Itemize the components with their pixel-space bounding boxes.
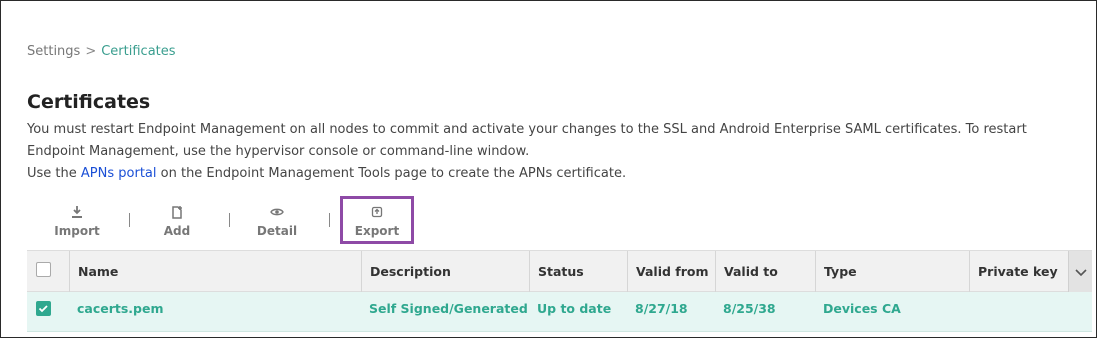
detail-label: Detail [256, 224, 298, 238]
breadcrumb-certificates[interactable]: Certificates [101, 44, 175, 59]
column-header-private-key[interactable]: Private key [969, 251, 1068, 292]
cell-valid-to: 8/25/38 [723, 301, 776, 316]
apns-portal-link[interactable]: APNs portal [81, 166, 157, 181]
import-icon [41, 205, 113, 223]
chevron-down-icon [1075, 269, 1087, 277]
import-label: Import [54, 224, 100, 238]
import-button[interactable]: Import [41, 201, 113, 241]
export-highlight-box [340, 196, 414, 244]
breadcrumb-separator: > [85, 44, 97, 59]
description-suffix: on the Endpoint Management Tools page to… [160, 166, 627, 181]
cell-description: Self Signed/Generated [369, 301, 528, 316]
description-prefix: Use the [27, 166, 77, 181]
column-header-status[interactable]: Status [529, 251, 627, 292]
row-checkbox[interactable] [36, 301, 51, 316]
breadcrumb: Settings > Certificates [27, 44, 176, 59]
table-header: Name Description Status Valid from Valid… [27, 250, 1092, 292]
row-select-cell [27, 292, 69, 332]
eye-icon [241, 205, 313, 223]
cell-status: Up to date [537, 301, 612, 316]
cell-name: cacerts.pem [77, 301, 164, 316]
column-header-valid-to[interactable]: Valid to [715, 251, 815, 292]
add-button[interactable]: Add [141, 201, 213, 241]
table-row[interactable]: cacerts.pem Self Signed/Generated Up to … [27, 292, 1092, 332]
page-title: Certificates [27, 91, 151, 113]
column-menu-button[interactable] [1068, 251, 1092, 292]
select-all-checkbox[interactable] [36, 262, 51, 277]
column-header-name[interactable]: Name [69, 251, 361, 292]
description-line-2: Use the APNs portal on the Endpoint Mana… [27, 163, 1077, 185]
column-header-type[interactable]: Type [815, 251, 969, 292]
breadcrumb-settings[interactable]: Settings [27, 44, 80, 59]
select-all-cell [27, 251, 69, 292]
add-icon [141, 205, 213, 223]
cell-valid-from: 8/27/18 [635, 301, 688, 316]
page-description: You must restart Endpoint Management on … [27, 119, 1077, 185]
toolbar-divider [329, 213, 330, 227]
toolbar-divider [129, 213, 130, 227]
column-header-valid-from[interactable]: Valid from [627, 251, 715, 292]
description-line-1: You must restart Endpoint Management on … [27, 122, 1027, 159]
cell-private-key [969, 292, 1068, 332]
window: Settings > Certificates Certificates You m… [0, 0, 1097, 338]
detail-button[interactable]: Detail [241, 201, 313, 241]
cell-type: Devices CA [823, 301, 901, 316]
add-label: Add [163, 224, 191, 238]
certificates-table: Name Description Status Valid from Valid… [27, 250, 1092, 332]
toolbar-divider [229, 213, 230, 227]
check-icon [38, 305, 48, 313]
column-header-description[interactable]: Description [361, 251, 529, 292]
